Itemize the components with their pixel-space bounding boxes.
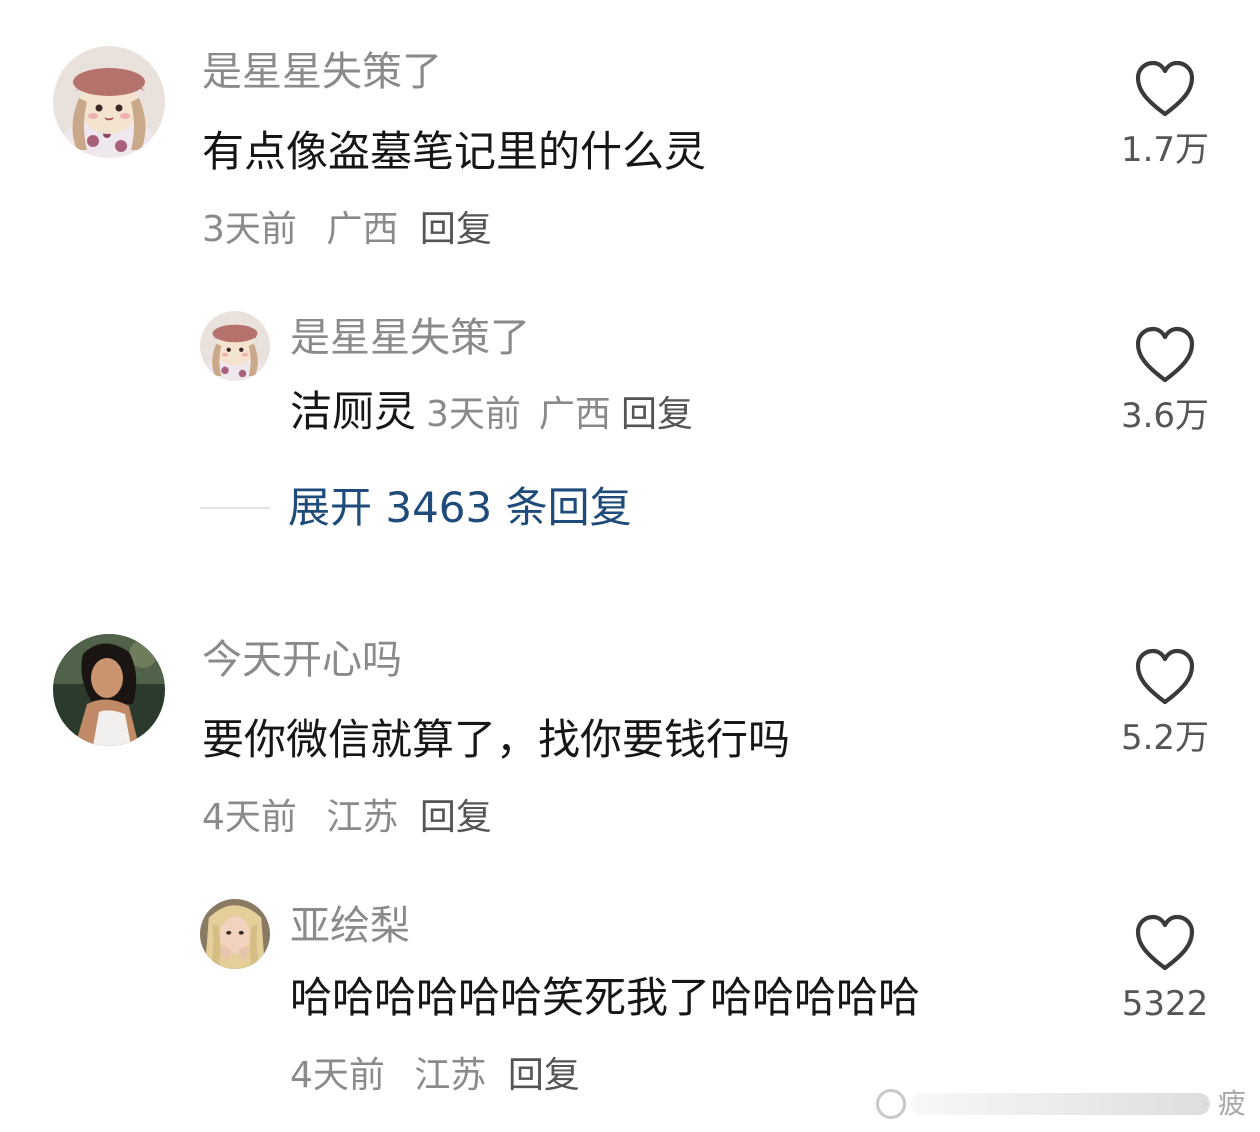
like-count: 1.7万: [1120, 130, 1210, 170]
comment-username[interactable]: 是星星失策了: [202, 48, 442, 96]
avatar[interactable]: [200, 311, 270, 381]
reply-item: 亚绘梨 哈哈哈哈哈哈笑死我了哈哈哈哈哈 4天前 江苏 回复 5322: [0, 870, 1260, 1120]
comment-location: 广西: [326, 209, 399, 250]
heart-outline-icon: [1135, 648, 1195, 705]
comment-text: 哈哈哈哈哈哈笑死我了哈哈哈哈哈: [290, 973, 921, 1022]
comment-meta: 3天前 广西 回复: [426, 394, 693, 435]
heart-outline-icon: [1135, 326, 1195, 383]
like-count: 5322: [1121, 984, 1209, 1024]
comment-username[interactable]: 亚绘梨: [290, 902, 410, 950]
comment-text: 洁厕灵 3天前 广西 回复: [290, 386, 693, 441]
comment-time: 3天前: [202, 209, 297, 250]
comment-time: 4天前: [290, 1055, 385, 1096]
reply-button[interactable]: 回复: [420, 209, 492, 250]
watermark-text: 疲: [1217, 1087, 1246, 1120]
like-button[interactable]: 5322: [1115, 914, 1215, 1026]
comment-text: 要你微信就算了，找你要钱行吗: [202, 715, 791, 764]
like-count: 3.6万: [1120, 396, 1210, 436]
comment-item: 今天开心吗 要你微信就算了，找你要钱行吗 4天前 江苏 回复 5.2万: [0, 590, 1260, 870]
avatar[interactable]: [53, 634, 165, 746]
comment-meta: 3天前 广西 回复: [202, 208, 492, 252]
reply-item: 是星星失策了 洁厕灵 3天前 广西 回复 3.6万: [0, 280, 1260, 460]
comment-item: 是星星失策了 有点像盗墓笔记里的什么灵 3天前 广西 回复 1.7万: [0, 0, 1260, 280]
weibo-logo-icon: [876, 1089, 906, 1119]
comment-text: 有点像盗墓笔记里的什么灵: [202, 127, 707, 176]
like-button[interactable]: 1.7万: [1115, 60, 1215, 172]
like-button[interactable]: 3.6万: [1115, 326, 1215, 438]
blonde-photo-avatar-icon: [200, 899, 270, 969]
like-button[interactable]: 5.2万: [1115, 648, 1215, 760]
watermark-bar: [909, 1093, 1210, 1115]
heart-outline-icon: [1135, 914, 1195, 971]
comment-location: 广西: [538, 394, 611, 435]
reply-button[interactable]: 回复: [420, 797, 492, 838]
avatar[interactable]: [200, 899, 270, 969]
comment-username[interactable]: 今天开心吗: [202, 636, 402, 684]
watermark: 疲: [866, 1086, 1246, 1122]
doll-avatar-icon: [53, 46, 165, 158]
comment-time: 3天前: [426, 394, 521, 435]
doll-avatar-icon: [200, 311, 270, 381]
comment-location: 江苏: [414, 1055, 487, 1096]
comment-meta: 4天前 江苏 回复: [202, 796, 492, 840]
comment-time: 4天前: [202, 797, 297, 838]
reply-button[interactable]: 回复: [508, 1055, 580, 1096]
comment-username[interactable]: 是星星失策了: [290, 314, 530, 362]
like-count: 5.2万: [1120, 718, 1210, 758]
heart-outline-icon: [1135, 60, 1195, 117]
comment-meta: 4天前 江苏 回复: [290, 1054, 580, 1098]
expand-replies-label: 展开 3463 条回复: [288, 483, 632, 532]
reply-button[interactable]: 回复: [621, 394, 693, 435]
woman-photo-avatar-icon: [53, 634, 165, 746]
comment-body: 洁厕灵: [290, 387, 417, 436]
avatar[interactable]: [53, 46, 165, 158]
expand-replies-button[interactable]: 展开 3463 条回复: [200, 480, 632, 536]
divider-line: [200, 507, 270, 509]
comment-location: 江苏: [326, 797, 399, 838]
